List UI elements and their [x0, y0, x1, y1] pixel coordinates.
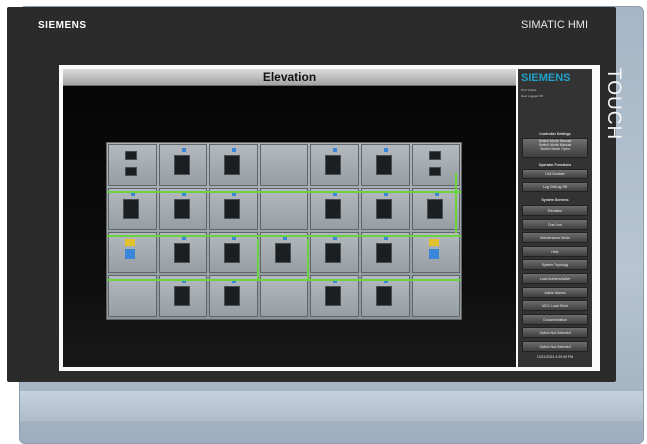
nav-documentation-button[interactable]: Documentation — [522, 313, 588, 325]
breaker-icon — [325, 286, 342, 307]
switchgear-cell[interactable] — [158, 275, 208, 318]
switchgear-cell[interactable] — [108, 275, 157, 318]
meter-display-icon — [125, 151, 137, 160]
switchgear-cell[interactable] — [361, 187, 410, 230]
controller-mode-3: Switch Mode Open — [540, 146, 570, 151]
panel-bottom-trim — [20, 391, 643, 421]
switchgear-cell[interactable] — [411, 144, 461, 186]
model-label: SIMATIC HMI — [521, 19, 589, 31]
bus-wire — [307, 239, 309, 279]
cell-number-button[interactable]: Cell Number — [522, 169, 588, 179]
log-on-off-button[interactable]: Log On/Log Off — [522, 182, 588, 192]
breaker-icon — [274, 242, 291, 263]
brand-label: SIEMENS — [38, 20, 87, 31]
nav-help-button[interactable]: Help — [522, 245, 588, 257]
breaker-icon — [173, 198, 190, 219]
switchgear-cell[interactable] — [411, 187, 461, 230]
switchgear-cell[interactable] — [259, 231, 309, 274]
bus-wire — [455, 173, 457, 233]
fuse-indicator-icon — [428, 238, 439, 246]
switchgear-cell[interactable] — [411, 275, 461, 318]
switchgear-cell[interactable] — [310, 231, 359, 274]
touch-label: TOUCH — [594, 66, 628, 152]
nav-option-not-selected-2-button[interactable]: Option Not Selected — [522, 341, 588, 352]
switchgear-cell[interactable] — [209, 144, 258, 186]
fuse-status-icon — [125, 248, 135, 259]
breaker-icon — [426, 198, 443, 219]
switchgear-cell[interactable] — [361, 275, 410, 318]
bus-wire — [107, 279, 461, 281]
status-led-icon — [384, 148, 388, 152]
breaker-icon — [173, 155, 190, 175]
switchgear-cell[interactable] — [259, 144, 309, 186]
breaker-icon — [173, 286, 190, 307]
bus-wire — [107, 191, 461, 193]
switchgear-cell[interactable] — [310, 275, 359, 318]
nav-load-administrative-button[interactable]: Load Administrative — [522, 273, 588, 284]
switchgear-cell[interactable] — [209, 231, 258, 274]
fuse-indicator-icon — [125, 238, 135, 246]
bus-wire — [107, 235, 461, 237]
controller-mode-panel[interactable]: Switch Mode Manual Switch Mode Manual Sw… — [522, 138, 588, 158]
switchgear-cell[interactable] — [310, 144, 359, 186]
touch-text: TOUCH — [603, 68, 624, 141]
plc-status: PLC Online — [521, 88, 537, 92]
switchgear-cell[interactable] — [158, 231, 208, 274]
switchgear-cell[interactable] — [158, 187, 208, 230]
nav-one-line-button[interactable]: One Line — [522, 218, 588, 230]
breaker-icon — [376, 198, 392, 219]
meter-display-icon — [125, 167, 137, 176]
switchgear-cell[interactable] — [108, 144, 157, 186]
breaker-icon — [376, 155, 392, 175]
meter-display-icon — [428, 151, 441, 160]
switchgear-cell[interactable] — [259, 187, 309, 230]
nav-maintenance-mode-button[interactable]: Maintenance Mode — [522, 232, 588, 244]
sidebar-logo: SIEMENS — [521, 72, 571, 84]
breaker-icon — [325, 155, 342, 175]
status-led-icon — [181, 148, 186, 152]
switchgear-cell[interactable] — [158, 144, 208, 186]
switchgear-cell[interactable] — [209, 187, 258, 230]
nav-elevation-button[interactable]: Elevation — [522, 205, 588, 216]
switchgear-elevation — [106, 142, 462, 320]
breaker-icon — [376, 286, 392, 307]
status-led-icon — [232, 148, 237, 152]
breaker-icon — [325, 242, 342, 263]
breaker-icon — [224, 286, 241, 307]
breaker-icon — [173, 242, 190, 263]
switchgear-cell[interactable] — [310, 187, 359, 230]
breaker-icon — [325, 198, 342, 219]
nav-active-alarms-button[interactable]: Active Alarms — [522, 286, 588, 298]
breaker-icon — [224, 198, 241, 219]
page-title: Elevation — [262, 70, 317, 84]
fuse-status-icon — [428, 248, 439, 259]
switchgear-cell[interactable] — [259, 275, 309, 318]
nav-system-topology-button[interactable]: System Topology — [522, 259, 588, 271]
status-led-icon — [333, 148, 338, 152]
user-status: User Logged Off — [521, 94, 543, 98]
breaker-icon — [224, 155, 241, 175]
switchgear-cell[interactable] — [108, 187, 157, 230]
section-system-screens: System Screens — [541, 198, 569, 202]
page-title-bar: Elevation — [63, 69, 516, 86]
nav-option-not-selected-1-button[interactable]: Option Not Selected — [522, 327, 588, 339]
section-operator-functions: Operator Functions — [538, 163, 572, 167]
section-controller-settings: Controller Settings — [539, 132, 571, 136]
nav-mcc-load-shed-button[interactable]: MCC Load Shed — [522, 300, 588, 312]
switchgear-cell[interactable] — [361, 231, 410, 274]
breaker-icon — [224, 242, 241, 263]
switchgear-cell[interactable] — [411, 231, 461, 274]
bus-wire — [257, 239, 259, 279]
breaker-icon — [376, 242, 392, 263]
switchgear-cell[interactable] — [361, 144, 410, 186]
switchgear-cell[interactable] — [209, 275, 258, 318]
datetime-readout: 10/21/2024 4:39:39 PM — [536, 355, 574, 359]
breaker-icon — [123, 198, 139, 219]
meter-display-icon — [428, 167, 441, 176]
switchgear-cell[interactable] — [108, 231, 157, 274]
